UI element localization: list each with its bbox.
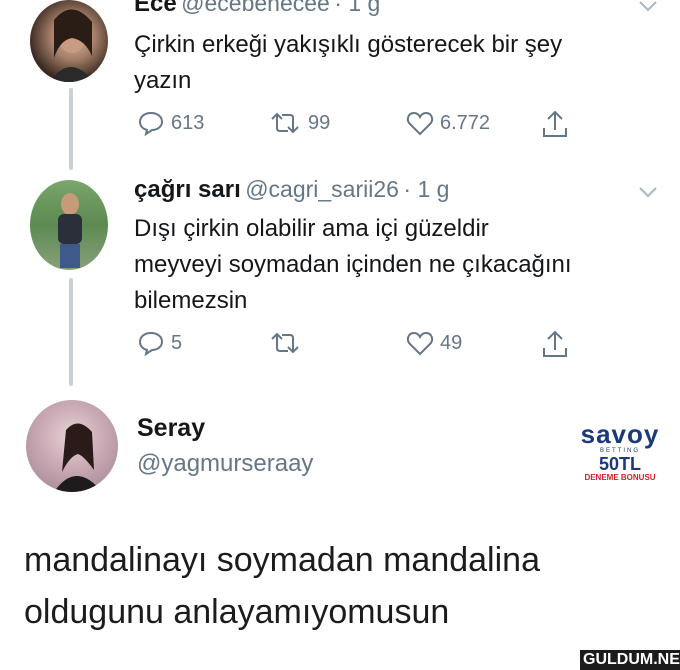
reply-icon-2 bbox=[138, 331, 164, 356]
heart-icon bbox=[406, 111, 434, 136]
reply-line-2: oldugunu anlayamıyomusun bbox=[24, 593, 450, 631]
tweet-1-like-button[interactable]: 6.772 bbox=[406, 110, 490, 136]
reply-text: mandalinayı soymadan mandalina oldugunu … bbox=[24, 534, 540, 638]
chevron-down-icon[interactable] bbox=[638, 0, 658, 12]
thread-line-1 bbox=[69, 88, 73, 170]
tweet-1-retweet-button[interactable]: 99 bbox=[268, 110, 330, 136]
avatar-seray-image bbox=[54, 423, 102, 492]
avatar-cagri[interactable] bbox=[30, 180, 108, 270]
ad-logo[interactable]: savoy BETTING 50TL DENEME BONUSU bbox=[568, 420, 672, 483]
reply-line-1: mandalinayı soymadan mandalina bbox=[24, 541, 540, 579]
avatar-ece-image bbox=[50, 9, 94, 82]
share-icon[interactable] bbox=[540, 108, 570, 140]
reply-author-handle[interactable]: @yagmurseraay bbox=[137, 450, 313, 478]
tweet-2-retweet-button[interactable] bbox=[268, 330, 308, 356]
tweet-1-handle[interactable]: @ecebenecee bbox=[181, 0, 330, 16]
tweet-1-retweet-count: 99 bbox=[308, 111, 331, 134]
tweet-1-line-1: Çirkin erkeği yakışıklı gösterecek bir ş… bbox=[134, 31, 563, 58]
tweet-1-line-2: yazın bbox=[134, 67, 192, 94]
tweet-2-text: Dışı çirkin olabilir ama içi güzeldir me… bbox=[134, 211, 572, 319]
tweet-1-reply-button[interactable]: 613 bbox=[137, 110, 204, 136]
tweet-1-like-count: 6.772 bbox=[440, 111, 491, 134]
ad-offer: 50TL bbox=[598, 454, 641, 474]
tweet-1-header: Ece @ecebenecee · 1 g bbox=[134, 0, 380, 18]
tweet-2-like-count: 49 bbox=[440, 331, 463, 354]
avatar-ece[interactable] bbox=[30, 0, 108, 82]
tweet-2-time: · 1 g bbox=[403, 176, 450, 202]
chevron-down-icon-2[interactable] bbox=[638, 186, 658, 198]
tweet-2-reply-count: 5 bbox=[171, 331, 183, 354]
tweet-2-reply-button[interactable]: 5 bbox=[137, 330, 182, 356]
tweet-2-header: çağrı sarı @cagri_sarii26 · 1 g bbox=[134, 176, 449, 204]
thread-line-2 bbox=[69, 278, 73, 386]
retweet-icon-2 bbox=[271, 332, 299, 354]
tweet-1-text: Çirkin erkeği yakışıklı gösterecek bir ş… bbox=[134, 27, 562, 99]
tweet-1-display-name[interactable]: Ece bbox=[134, 0, 177, 17]
tweet-2-like-button[interactable]: 49 bbox=[406, 330, 462, 356]
avatar-cagri-image bbox=[58, 193, 82, 268]
tweet-2-line-1: Dışı çirkin olabilir ama içi güzeldir bbox=[134, 215, 489, 242]
reply-icon bbox=[138, 111, 164, 136]
ad-brand: savoy bbox=[580, 419, 660, 449]
tweet-2-display-name[interactable]: çağrı sarı bbox=[134, 176, 241, 203]
tweet-1-time: · 1 g bbox=[334, 0, 381, 16]
tweet-1-reply-count: 613 bbox=[171, 111, 205, 134]
watermark: GULDUM.NET bbox=[580, 650, 680, 670]
tweet-2-line-2: meyveyi soymadan içinden ne çıkacağını bbox=[134, 251, 572, 278]
heart-icon-2 bbox=[406, 331, 434, 356]
reply-author-name[interactable]: Seray bbox=[137, 414, 205, 443]
tweet-2-line-3: bilemezsin bbox=[134, 287, 248, 314]
tweet-2-handle[interactable]: @cagri_sarii26 bbox=[245, 176, 399, 202]
share-icon-2[interactable] bbox=[540, 328, 570, 360]
retweet-icon bbox=[271, 112, 299, 134]
avatar-seray[interactable] bbox=[26, 400, 118, 492]
ad-subtitle: DENEME BONUSU bbox=[584, 473, 656, 482]
